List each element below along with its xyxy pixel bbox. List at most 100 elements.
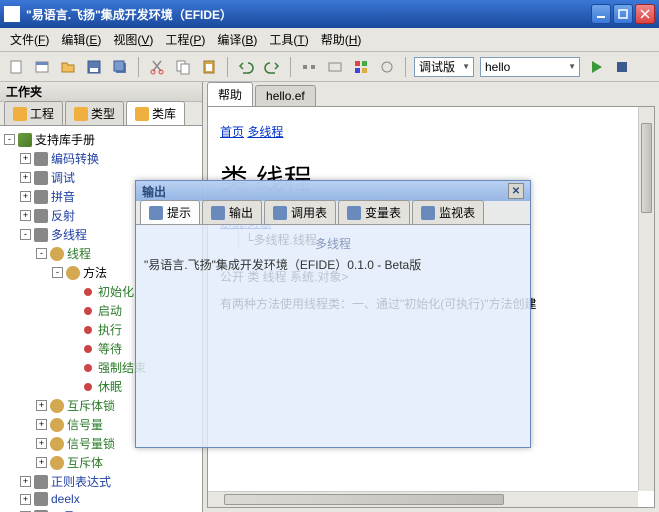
tab-icon bbox=[211, 206, 225, 220]
menu-item[interactable]: 工程(P) bbox=[159, 29, 211, 50]
tree-node[interactable]: + deelx bbox=[2, 491, 200, 507]
tree-label: 工具 bbox=[51, 508, 75, 512]
tree-expander-icon[interactable]: - bbox=[36, 248, 47, 259]
document-tab[interactable]: hello.ef bbox=[255, 85, 316, 106]
maximize-button[interactable] bbox=[613, 4, 633, 24]
tree-expander-icon[interactable]: - bbox=[4, 134, 15, 145]
menu-item[interactable]: 编译(B) bbox=[211, 29, 263, 50]
menu-item[interactable]: 工具(T) bbox=[263, 29, 314, 50]
tree-expander-icon[interactable]: + bbox=[20, 172, 31, 183]
toolbar-separator bbox=[227, 57, 228, 77]
cls-icon bbox=[66, 266, 80, 280]
output-tab[interactable]: 输出 bbox=[202, 200, 262, 224]
tree-expander-icon[interactable]: + bbox=[20, 191, 31, 202]
tree-expander-icon[interactable]: + bbox=[20, 494, 31, 505]
output-panel-close-button[interactable]: ✕ bbox=[508, 183, 524, 199]
tool-icon-3[interactable] bbox=[351, 57, 371, 77]
close-button[interactable] bbox=[635, 4, 655, 24]
output-tab[interactable]: 监视表 bbox=[412, 200, 484, 224]
tree-label: 多线程 bbox=[51, 226, 87, 243]
tree-label: 信号量 bbox=[67, 416, 103, 433]
cls-icon bbox=[50, 437, 64, 451]
sidebar-tab[interactable]: 类库 bbox=[126, 101, 185, 125]
tree-node[interactable]: +工具 bbox=[2, 507, 200, 512]
toolbar-separator bbox=[405, 57, 406, 77]
menu-item[interactable]: 文件(F) bbox=[4, 29, 55, 50]
new-file-icon[interactable] bbox=[6, 57, 26, 77]
output-line: "易语言.飞扬"集成开发环境（EFIDE）0.1.0 - Beta版 bbox=[144, 256, 522, 273]
cut-icon[interactable] bbox=[147, 57, 167, 77]
titlebar: "易语言.飞扬"集成开发环境（EFIDE） bbox=[0, 0, 659, 28]
output-tab[interactable]: 变量表 bbox=[338, 200, 410, 224]
redo-icon[interactable] bbox=[262, 57, 282, 77]
tree-expander-icon[interactable]: + bbox=[20, 153, 31, 164]
paste-icon[interactable] bbox=[199, 57, 219, 77]
tree-node[interactable]: + 编码转换 bbox=[2, 149, 200, 168]
tool-icon-2[interactable] bbox=[325, 57, 345, 77]
tree-label: 调试 bbox=[51, 169, 75, 186]
menu-item[interactable]: 编辑(E) bbox=[55, 29, 107, 50]
tree-node[interactable]: + 正则表达式 bbox=[2, 472, 200, 491]
scrollbar-vertical[interactable] bbox=[638, 107, 654, 491]
cls-icon bbox=[50, 418, 64, 432]
output-panel-tabs: 提示输出调用表变量表监视表 bbox=[136, 201, 530, 225]
tree-expander-icon[interactable]: + bbox=[36, 400, 47, 411]
tree-label: 互斥体锁 bbox=[67, 397, 115, 414]
tree-expander-icon[interactable]: + bbox=[20, 476, 31, 487]
tree-expander-icon[interactable]: + bbox=[20, 210, 31, 221]
sidebar-tab[interactable]: 工程 bbox=[4, 101, 63, 125]
tree-label: 线程 bbox=[67, 245, 91, 262]
tab-icon bbox=[347, 206, 361, 220]
save-all-icon[interactable] bbox=[110, 57, 130, 77]
tool-icon-1[interactable] bbox=[299, 57, 319, 77]
cat-icon bbox=[34, 152, 48, 166]
run-button[interactable] bbox=[586, 57, 606, 77]
breadcrumb-link[interactable]: 首页 bbox=[220, 125, 244, 139]
method-icon bbox=[84, 345, 92, 353]
menubar: 文件(F)编辑(E)视图(V)工程(P)编译(B)工具(T)帮助(H) bbox=[0, 28, 659, 52]
tool-icon-4[interactable] bbox=[377, 57, 397, 77]
breadcrumb-link[interactable]: 多线程 bbox=[247, 125, 283, 139]
titlebar-text: "易语言.飞扬"集成开发环境（EFIDE） bbox=[26, 6, 591, 23]
document-tab[interactable]: 帮助 bbox=[207, 82, 253, 106]
run-target-select[interactable]: hello bbox=[480, 57, 580, 77]
tree-label: 正则表达式 bbox=[51, 473, 111, 490]
tree-node[interactable]: - 支持库手册 bbox=[2, 130, 200, 149]
tree-label: 编码转换 bbox=[51, 150, 99, 167]
tree-label: deelx bbox=[51, 492, 80, 506]
output-panel-titlebar[interactable]: 输出 ✕ bbox=[136, 181, 530, 201]
menu-item[interactable]: 视图(V) bbox=[107, 29, 159, 50]
tree-label: 支持库手册 bbox=[35, 131, 95, 148]
new-project-icon[interactable] bbox=[32, 57, 52, 77]
copy-icon[interactable] bbox=[173, 57, 193, 77]
toolbar-separator bbox=[138, 57, 139, 77]
cat-icon bbox=[34, 190, 48, 204]
output-tab[interactable]: 提示 bbox=[140, 200, 200, 224]
open-icon[interactable] bbox=[58, 57, 78, 77]
minimize-button[interactable] bbox=[591, 4, 611, 24]
sidebar-tab[interactable]: 类型 bbox=[65, 101, 124, 125]
tree-expander-icon[interactable]: + bbox=[36, 457, 47, 468]
undo-icon[interactable] bbox=[236, 57, 256, 77]
cat-icon bbox=[34, 209, 48, 223]
scrollbar-horizontal[interactable] bbox=[208, 491, 638, 507]
tree-expander-icon[interactable]: - bbox=[20, 229, 31, 240]
tree-expander-icon[interactable]: + bbox=[36, 419, 47, 430]
tab-icon bbox=[135, 107, 149, 121]
tree-expander-icon[interactable]: - bbox=[52, 267, 63, 278]
stop-button[interactable] bbox=[612, 57, 632, 77]
menu-item[interactable]: 帮助(H) bbox=[315, 29, 368, 50]
output-panel-title: 输出 bbox=[142, 183, 508, 200]
method-icon bbox=[84, 383, 92, 391]
tree-label: 信号量锁 bbox=[67, 435, 115, 452]
save-icon[interactable] bbox=[84, 57, 104, 77]
tree-expander-icon[interactable]: + bbox=[36, 438, 47, 449]
tree-label: 反射 bbox=[51, 207, 75, 224]
output-tab[interactable]: 调用表 bbox=[264, 200, 336, 224]
tree-node[interactable]: +互斥体 bbox=[2, 453, 200, 472]
cat-icon bbox=[34, 228, 48, 242]
cls-icon bbox=[50, 456, 64, 470]
tree-label: 启动 bbox=[98, 302, 122, 319]
config-select[interactable]: 调试版 bbox=[414, 57, 474, 77]
output-line: 多线程 bbox=[144, 235, 522, 252]
